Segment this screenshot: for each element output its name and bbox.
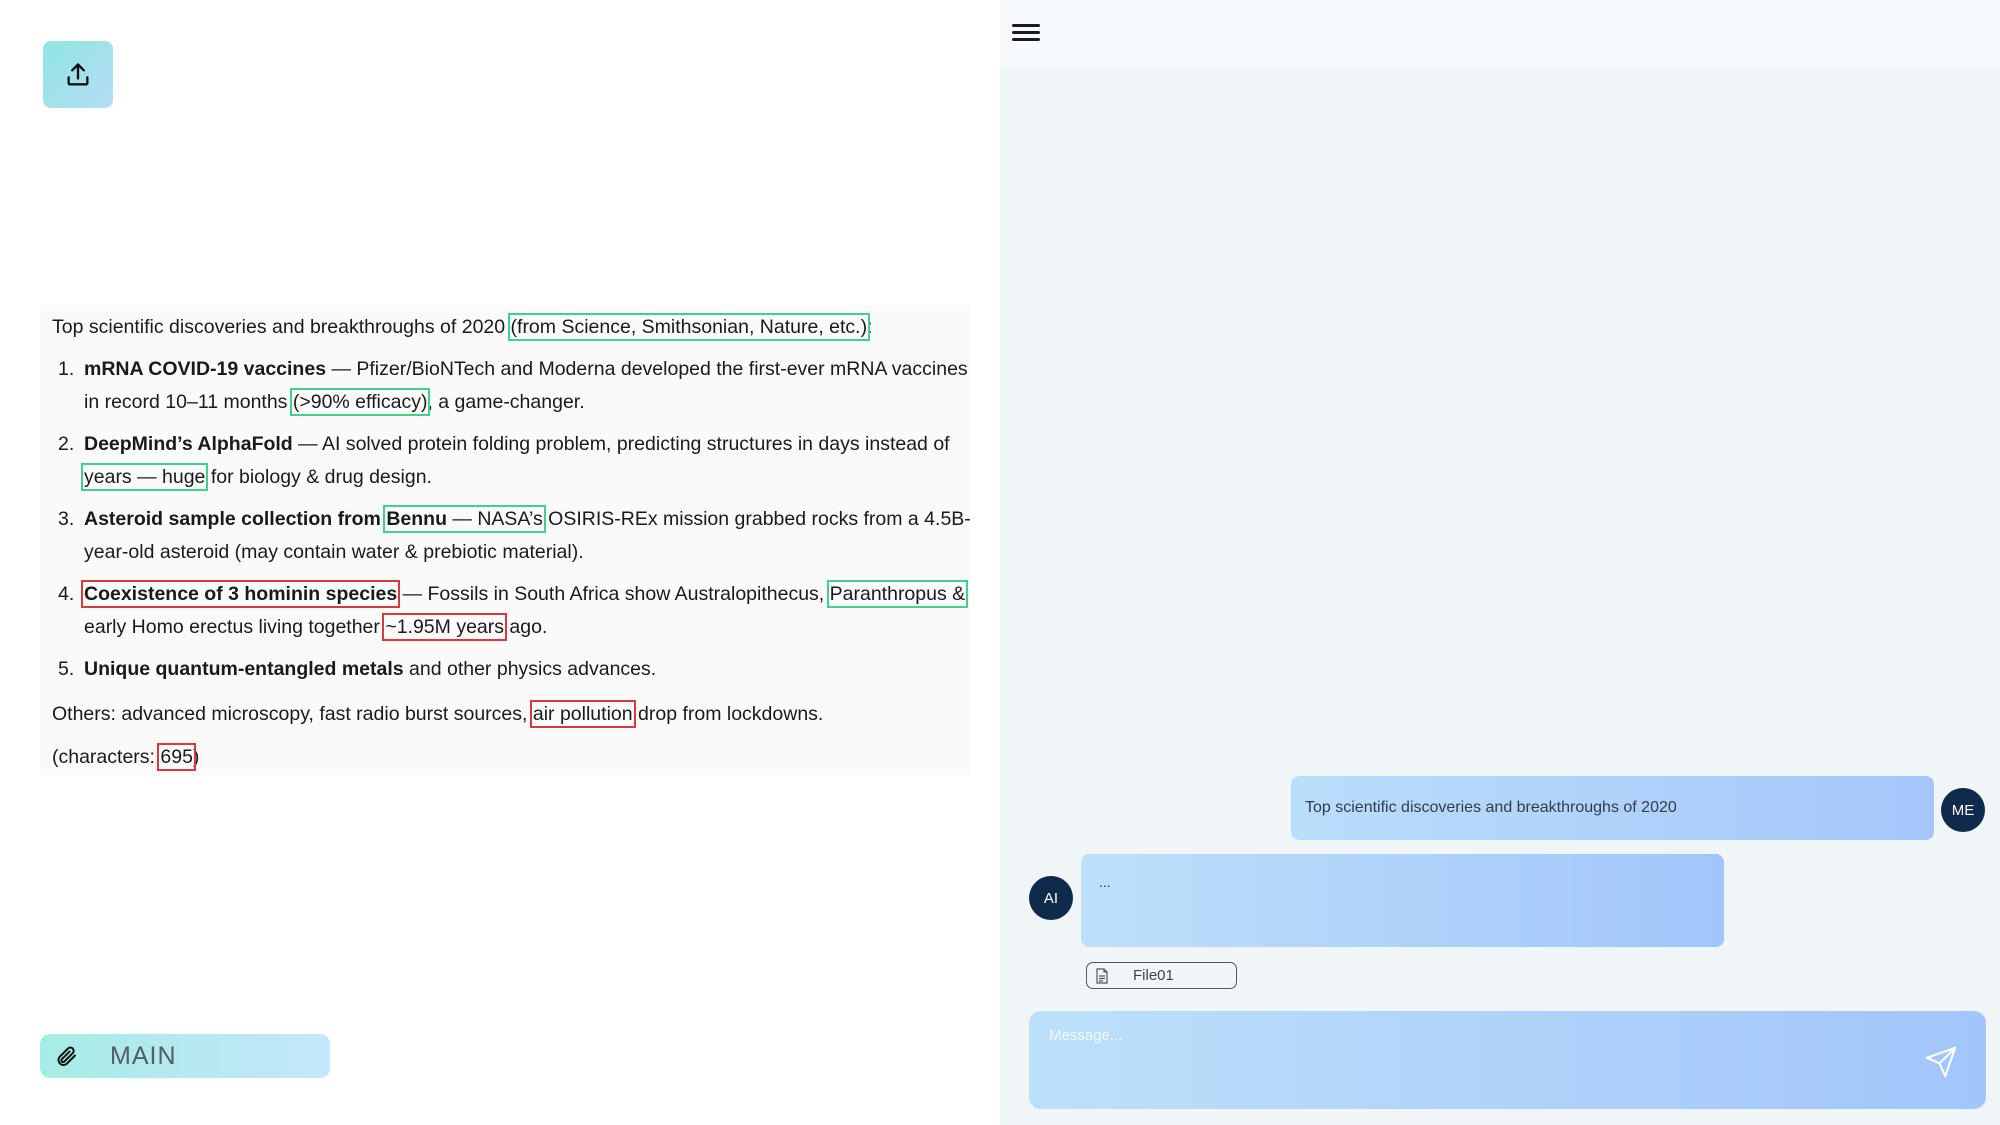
file-name: File01 [1133, 967, 1174, 984]
list-item: 2. DeepMind’s AlphaFold — AI solved prot… [52, 428, 972, 494]
chars-label: (characters: [52, 746, 161, 768]
item-text: — AI solved protein folding problem, pre… [292, 433, 950, 455]
ai-avatar: AI [1029, 876, 1073, 920]
item-highlight: Bennu — NASA’s [383, 505, 546, 533]
item-text: — Fossils in South Africa show Australop… [397, 583, 830, 605]
intro-colon: : [867, 316, 873, 338]
user-message: Top scientific discoveries and breakthro… [1291, 776, 1934, 840]
item-title: Coexistence of 3 hominin species [80, 580, 401, 608]
message-composer [1029, 1011, 1986, 1109]
others-tail: drop from lockdowns. [632, 703, 824, 725]
item-highlight-rest: — NASA’s [447, 508, 543, 530]
list-item: 4. Coexistence of 3 hominin species — Fo… [52, 578, 972, 644]
user-avatar: ME [1941, 788, 1985, 832]
hamburger-icon [1012, 31, 1040, 34]
list-number: 4. [58, 583, 75, 605]
item-title: mRNA COVID-19 vaccines [84, 358, 327, 380]
ai-message-text: ... [1099, 874, 1111, 890]
chars-close: ) [192, 746, 200, 768]
list-number: 2. [58, 433, 75, 455]
send-icon [1925, 1046, 1957, 1078]
item-text: and other physics advances. [403, 658, 657, 680]
list-item: 1. mRNA COVID-19 vaccines — Pfizer/BioNT… [52, 353, 972, 419]
item-text: , a game-changer. [427, 391, 585, 413]
character-count: (characters: 695) [52, 741, 199, 774]
ai-message: ... [1081, 854, 1724, 947]
message-input[interactable] [1047, 1025, 1887, 1095]
item-text: for biology & drug design. [205, 466, 432, 488]
item-highlight: years — huge [80, 463, 209, 491]
file-attachment[interactable]: File01 [1086, 962, 1237, 989]
chars-value: 695 [157, 743, 196, 771]
send-button[interactable] [1924, 1045, 1958, 1079]
hamburger-icon [1012, 38, 1040, 41]
hamburger-icon [1012, 24, 1040, 27]
item-text: early Homo erectus living together [84, 616, 386, 638]
chat-header [1000, 0, 2000, 67]
menu-button[interactable] [1012, 20, 1040, 48]
list-number: 5. [58, 658, 75, 680]
item-highlight-red: ~1.95M years [382, 613, 507, 641]
chat-panel: Top scientific discoveries and breakthro… [1000, 0, 2000, 1125]
main-mode-button[interactable]: MAIN [40, 1034, 330, 1078]
answer-card: Top scientific discoveries and breakthro… [40, 305, 972, 775]
list-item: 5. Unique quantum-entangled metals and o… [52, 653, 972, 686]
list-number: 3. [58, 508, 75, 530]
intro-sources-highlight: (from Science, Smithsonian, Nature, etc.… [507, 313, 871, 341]
upload-icon [67, 62, 89, 86]
user-message-text: Top scientific discoveries and breakthro… [1305, 799, 1677, 816]
list-item: 3. Asteroid sample collection from Bennu… [52, 503, 972, 569]
others-highlight: air pollution [529, 700, 636, 728]
document-panel: Top scientific discoveries and breakthro… [0, 0, 1000, 1125]
intro-main: Top scientific discoveries and breakthro… [52, 316, 506, 338]
main-label: MAIN [110, 1041, 177, 1070]
list-number: 1. [58, 358, 75, 380]
file-icon [1096, 967, 1108, 984]
item-title-highlight: Bennu [386, 508, 447, 530]
upload-button[interactable] [43, 41, 113, 108]
others-text: Others: advanced microscopy, fast radio … [52, 698, 823, 731]
discoveries-list: 1. mRNA COVID-19 vaccines — Pfizer/BioNT… [52, 353, 972, 695]
others-main: Others: advanced microscopy, fast radio … [52, 703, 533, 725]
item-highlight: Paranthropus & [826, 580, 969, 608]
item-text: ago. [504, 616, 548, 638]
item-title: Unique quantum-entangled metals [84, 658, 404, 680]
paperclip-icon [57, 1046, 76, 1066]
intro-text: Top scientific discoveries and breakthro… [52, 311, 873, 344]
item-highlight: (>90% efficacy) [289, 388, 431, 416]
item-title: DeepMind’s AlphaFold [84, 433, 293, 455]
item-title: Asteroid sample collection from [84, 508, 387, 530]
